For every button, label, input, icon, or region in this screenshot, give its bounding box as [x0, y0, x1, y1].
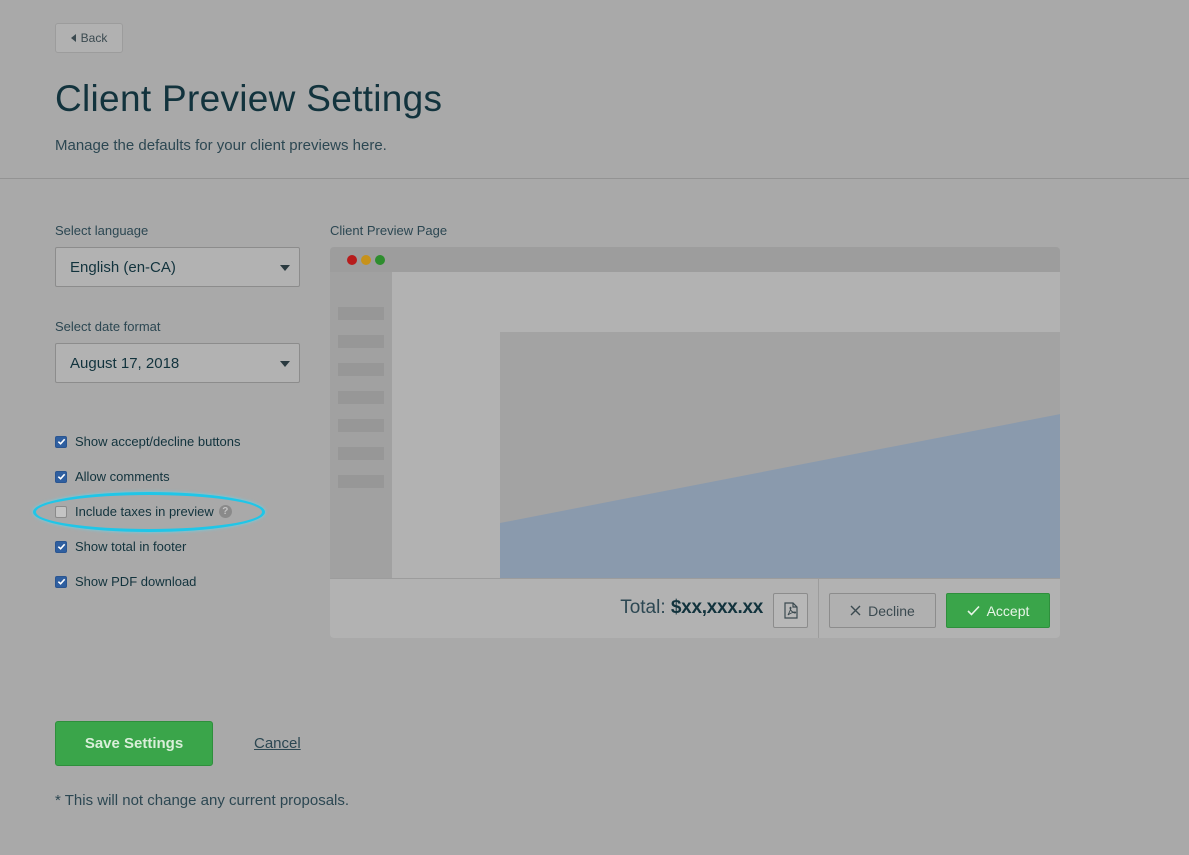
highlight-annotation-ring: [33, 492, 265, 532]
footnote: * This will not change any current propo…: [55, 792, 350, 809]
minimize-dot-icon: [361, 255, 371, 265]
checkbox-checked-icon[interactable]: [55, 540, 67, 553]
option-label: Show total in footer: [75, 539, 187, 554]
sidebar-placeholder-item: [338, 307, 384, 320]
sidebar-placeholder-item: [338, 475, 384, 488]
preview-document: [500, 332, 1060, 603]
option-allow-comments[interactable]: Allow comments: [55, 469, 170, 484]
pdf-file-icon: [783, 602, 798, 619]
preview-label: Client Preview Page: [330, 223, 448, 238]
checkbox-checked-icon[interactable]: [55, 435, 67, 448]
option-label: Show accept/decline buttons: [75, 434, 241, 449]
sidebar-placeholder-item: [338, 419, 384, 432]
preview-titlebar: [330, 247, 1060, 272]
checkbox-checked-icon[interactable]: [55, 575, 67, 588]
language-label: Select language: [55, 223, 149, 238]
total-prefix: Total:: [620, 597, 666, 618]
option-show-accept-decline[interactable]: Show accept/decline buttons: [55, 434, 241, 449]
decline-label: Decline: [868, 602, 915, 619]
checkmark-icon: [967, 605, 980, 616]
sidebar-placeholder-item: [338, 363, 384, 376]
date-format-value: August 17, 2018: [70, 354, 180, 372]
back-label: Back: [80, 31, 108, 45]
accept-label: Accept: [986, 602, 1030, 619]
preview-total: Total: $xx,xxx.xx: [620, 597, 763, 619]
date-format-select[interactable]: August 17, 2018: [55, 343, 300, 383]
chevron-down-icon: [280, 265, 290, 271]
cancel-link[interactable]: Cancel: [254, 735, 301, 752]
client-preview-window: Total: $xx,xxx.xx Decline Accept: [330, 247, 1060, 638]
option-label: Allow comments: [75, 469, 170, 484]
option-show-total-footer[interactable]: Show total in footer: [55, 539, 186, 554]
preview-content: [392, 272, 1060, 603]
page-title: Client Preview Settings: [55, 78, 443, 119]
date-format-label: Select date format: [55, 319, 161, 334]
language-value: English (en-CA): [70, 258, 176, 276]
pdf-download-button[interactable]: [773, 593, 808, 628]
sidebar-placeholder-item: [338, 335, 384, 348]
footer-separator: [818, 579, 819, 638]
total-value: $xx,xxx.xx: [670, 597, 763, 618]
decline-button[interactable]: Decline: [829, 593, 936, 628]
back-button[interactable]: Back: [55, 23, 123, 53]
sidebar-placeholder-item: [338, 447, 384, 460]
maximize-dot-icon: [375, 255, 385, 265]
caret-left-icon: [70, 34, 76, 42]
close-dot-icon: [347, 255, 357, 265]
close-x-icon: [850, 605, 861, 616]
chevron-down-icon: [280, 361, 290, 367]
preview-footer: Total: $xx,xxx.xx Decline Accept: [330, 578, 1060, 638]
accept-button[interactable]: Accept: [946, 593, 1050, 628]
checkbox-checked-icon[interactable]: [55, 470, 67, 483]
page-subtitle: Manage the defaults for your client prev…: [55, 137, 387, 154]
language-select[interactable]: English (en-CA): [55, 247, 300, 287]
document-graphic: [500, 414, 1060, 603]
save-settings-button[interactable]: Save Settings: [55, 721, 213, 766]
sidebar-placeholder-item: [338, 391, 384, 404]
option-label: Show PDF download: [75, 574, 197, 589]
preview-sidebar: [330, 272, 392, 578]
option-show-pdf-download[interactable]: Show PDF download: [55, 574, 196, 589]
header-divider: [0, 178, 1189, 179]
